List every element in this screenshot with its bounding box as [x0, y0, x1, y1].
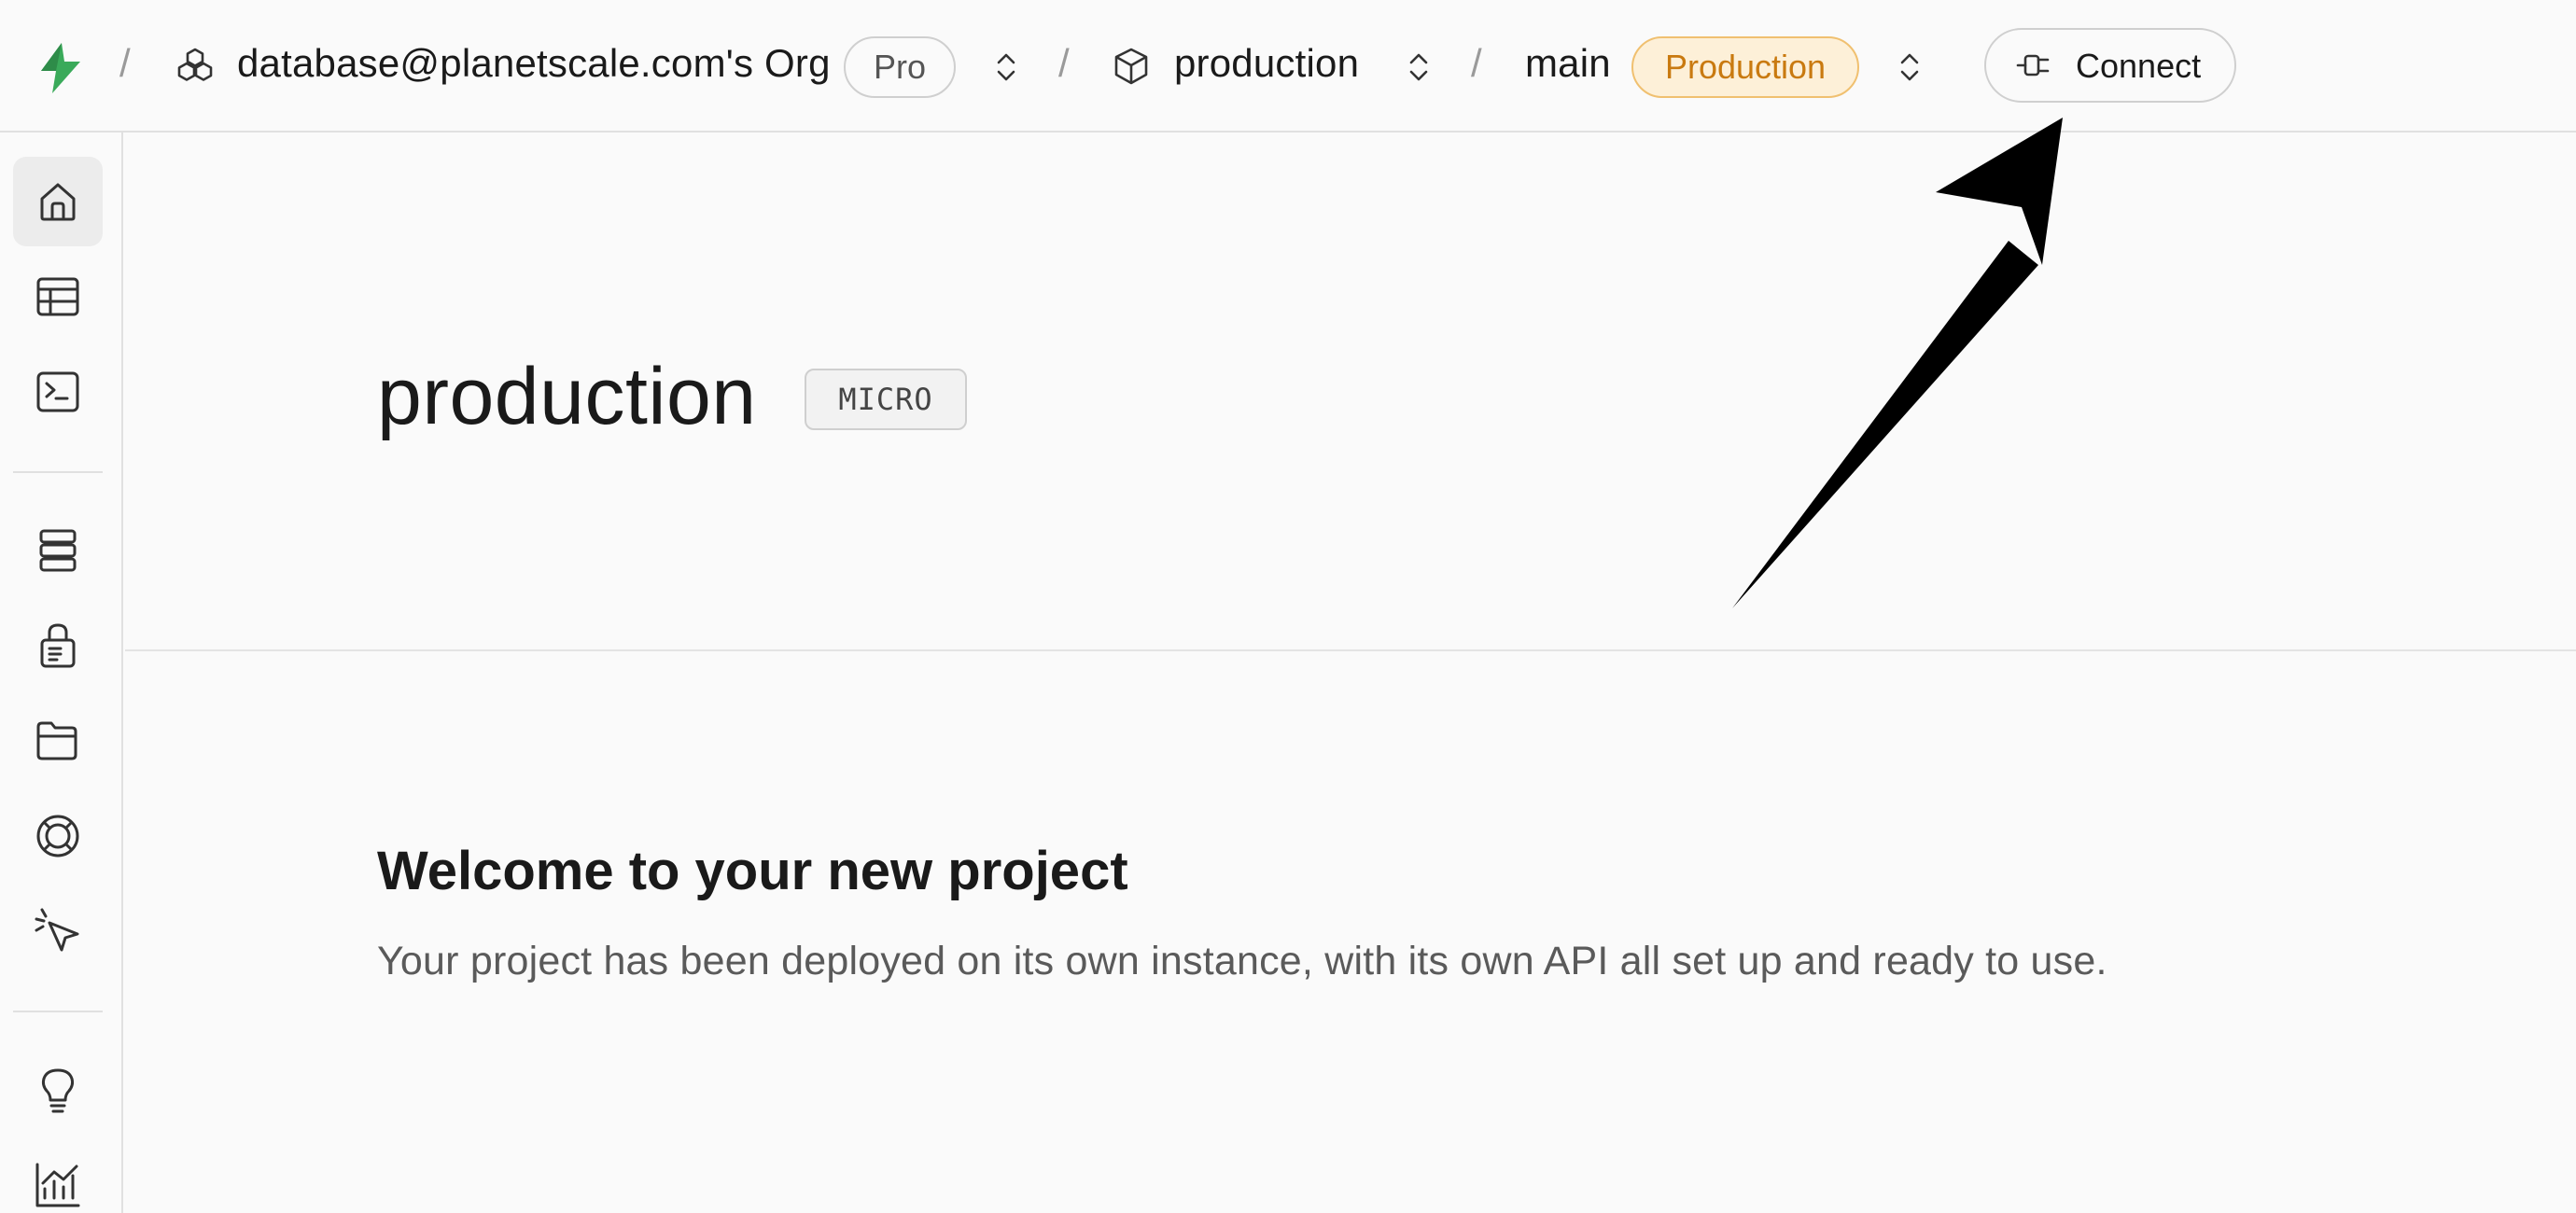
top-bar: / database@planetscale.com's Org Pro / p…	[0, 0, 2576, 132]
cursor-click-icon	[35, 908, 79, 952]
database-name-link[interactable]: production	[1174, 41, 1359, 86]
sidebar-divider	[13, 1011, 103, 1012]
welcome-heading: Welcome to your new project	[377, 841, 1128, 901]
sidebar-item-backups[interactable]	[13, 696, 103, 786]
planetscale-logo-icon[interactable]	[34, 41, 88, 95]
home-icon	[40, 183, 76, 221]
connect-button-label: Connect	[2076, 47, 2202, 85]
sidebar-item-passwords[interactable]	[13, 601, 103, 690]
chart-icon	[35, 1163, 80, 1207]
table-icon	[36, 277, 79, 316]
lifebuoy-icon	[36, 815, 79, 857]
org-name-link[interactable]: database@planetscale.com's Org	[237, 41, 831, 86]
folder-icon	[36, 721, 77, 760]
sidebar-item-analytics[interactable]	[13, 1140, 103, 1213]
branch-name-link[interactable]: main	[1525, 41, 1611, 86]
plug-icon	[2016, 54, 2050, 77]
connect-button[interactable]: Connect	[1984, 28, 2236, 103]
main-content: production MICRO Welcome to your new pro…	[125, 134, 2576, 1213]
welcome-description: Your project has been deployed on its ow…	[377, 939, 2107, 983]
lock-icon	[40, 623, 76, 668]
page-title: production	[377, 352, 757, 441]
sidebar	[0, 132, 123, 1213]
sidebar-item-branches[interactable]	[13, 506, 103, 595]
plan-badge: Pro	[844, 36, 956, 98]
sidebar-item-tips[interactable]	[13, 1047, 103, 1136]
cluster-size-badge: MICRO	[805, 369, 967, 430]
sidebar-item-tables[interactable]	[13, 252, 103, 342]
breadcrumb-separator: /	[119, 41, 131, 85]
database-switcher-chevron-icon[interactable]	[1404, 49, 1434, 86]
breadcrumb-separator: /	[1058, 41, 1070, 85]
branch-production-badge: Production	[1631, 36, 1859, 98]
sidebar-item-home[interactable]	[13, 157, 103, 246]
lightbulb-icon	[41, 1068, 75, 1113]
branches-icon	[39, 529, 77, 572]
terminal-icon	[36, 371, 79, 412]
sidebar-item-insights[interactable]	[13, 791, 103, 881]
sidebar-item-deploy-requests[interactable]	[13, 886, 103, 976]
org-switcher-chevron-icon[interactable]	[991, 49, 1021, 86]
section-divider	[125, 649, 2576, 651]
sidebar-item-console[interactable]	[13, 347, 103, 437]
organization-icon	[177, 48, 213, 81]
breadcrumb-separator: /	[1471, 41, 1482, 85]
sidebar-divider	[13, 471, 103, 473]
database-cube-icon	[1114, 48, 1148, 85]
branch-switcher-chevron-icon[interactable]	[1895, 49, 1925, 86]
